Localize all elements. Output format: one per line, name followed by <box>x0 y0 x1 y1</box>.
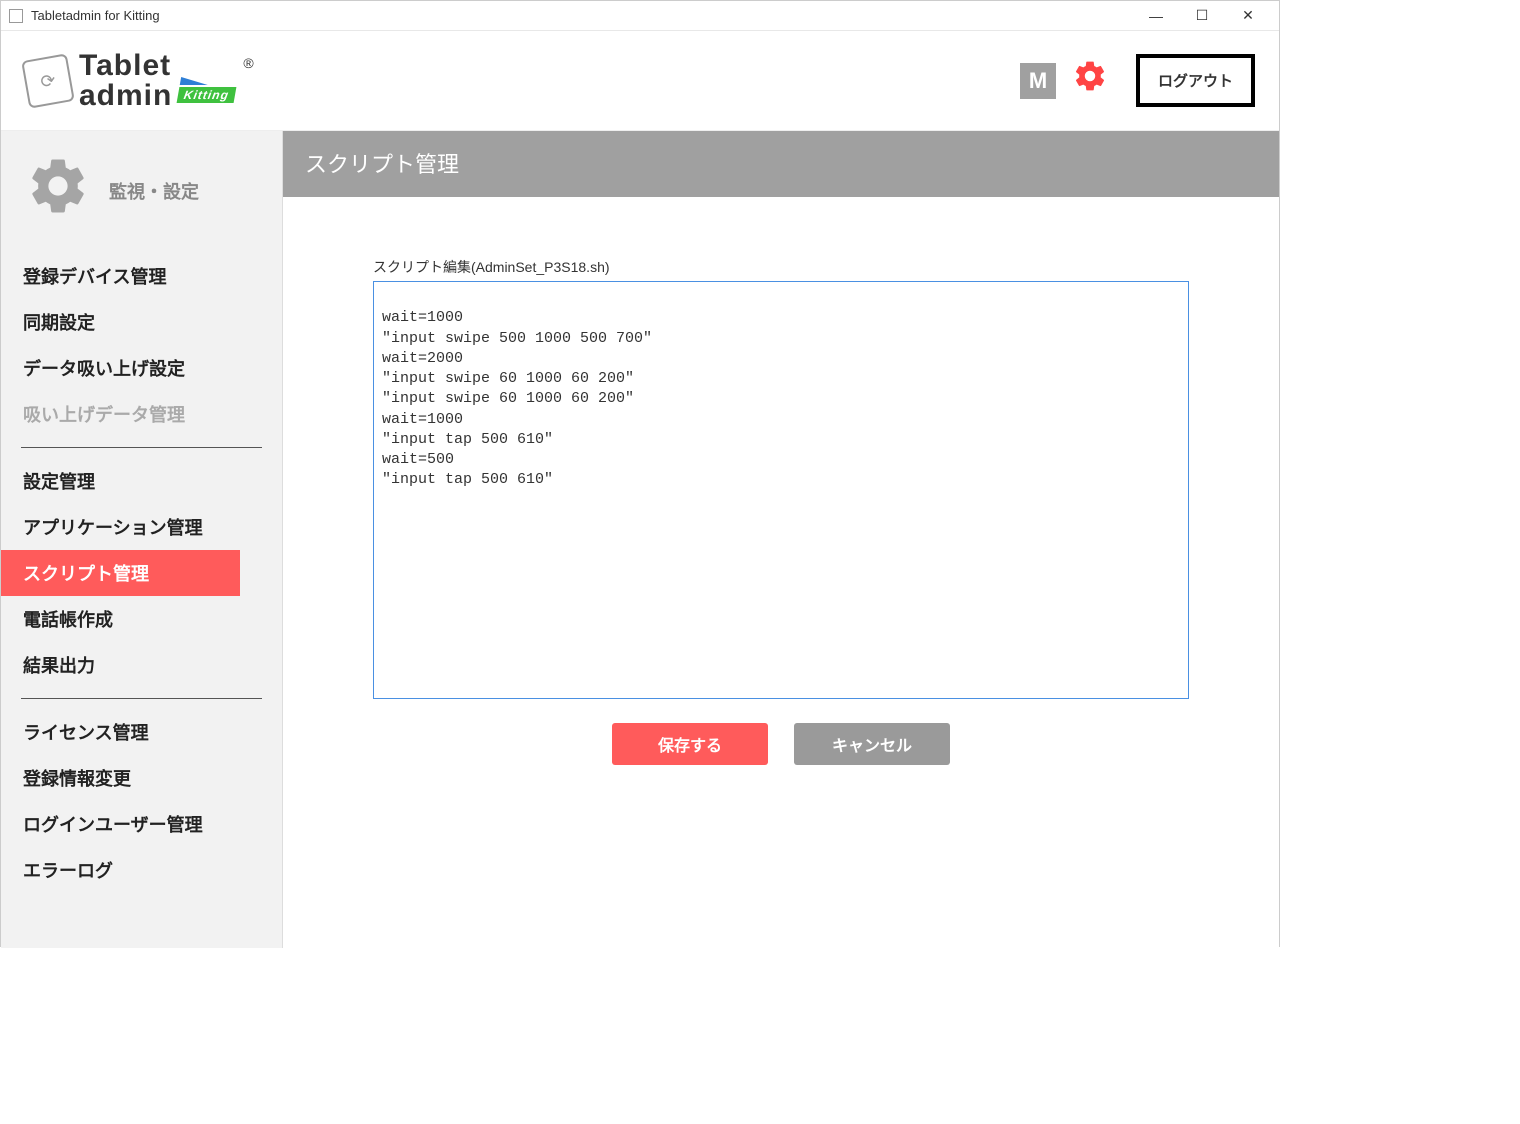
gear-icon <box>25 153 91 229</box>
nav-item: 吸い上げデータ管理 <box>1 391 282 437</box>
header: ⟳ Tablet admin Kitting ® M ログアウト <box>1 31 1279 131</box>
titlebar: Tabletadmin for Kitting — ☐ ✕ <box>1 1 1279 31</box>
page-title: スクリプト管理 <box>283 131 1279 197</box>
sidebar: 監視・設定 登録デバイス管理同期設定データ吸い上げ設定吸い上げデータ管理 設定管… <box>1 131 283 948</box>
nav-divider <box>21 698 262 699</box>
nav-item[interactable]: エラーログ <box>1 847 282 893</box>
nav-item[interactable]: 同期設定 <box>1 299 282 345</box>
script-editor[interactable] <box>373 281 1189 699</box>
sidebar-title: 監視・設定 <box>109 178 199 204</box>
kitting-badge: Kitting <box>177 87 237 103</box>
m-badge[interactable]: M <box>1020 63 1056 99</box>
logout-button[interactable]: ログアウト <box>1136 54 1255 107</box>
main-area: スクリプト管理 スクリプト編集(AdminSet_P3S18.sh) 保存する … <box>283 131 1279 948</box>
nav-item[interactable]: データ吸い上げ設定 <box>1 345 282 391</box>
window-title: Tabletadmin for Kitting <box>31 8 160 23</box>
minimize-button[interactable]: — <box>1133 1 1179 31</box>
nav-item[interactable]: ライセンス管理 <box>1 709 282 755</box>
logo-line1: Tablet <box>79 51 235 81</box>
save-button[interactable]: 保存する <box>612 723 768 765</box>
logo: ⟳ Tablet admin Kitting ® <box>25 51 254 111</box>
logo-line2: admin <box>79 81 172 111</box>
maximize-button[interactable]: ☐ <box>1179 1 1225 31</box>
nav-item[interactable]: アプリケーション管理 <box>1 504 282 550</box>
editor-label: スクリプト編集(AdminSet_P3S18.sh) <box>373 257 1189 277</box>
nav-item[interactable]: 登録デバイス管理 <box>1 253 282 299</box>
content-panel: スクリプト編集(AdminSet_P3S18.sh) 保存する キャンセル <box>283 197 1279 948</box>
nav-item[interactable]: 結果出力 <box>1 642 282 688</box>
registered-mark: ® <box>243 55 253 71</box>
nav-item[interactable]: 登録情報変更 <box>1 755 282 801</box>
app-icon <box>9 9 23 23</box>
cancel-button[interactable]: キャンセル <box>794 723 950 765</box>
logo-icon: ⟳ <box>21 53 75 108</box>
sidebar-header: 監視・設定 <box>1 145 282 253</box>
settings-gear-icon[interactable] <box>1072 58 1108 103</box>
nav-item[interactable]: スクリプト管理 <box>1 550 240 596</box>
close-button[interactable]: ✕ <box>1225 1 1271 31</box>
nav-item[interactable]: 電話帳作成 <box>1 596 282 642</box>
nav-divider <box>21 447 262 448</box>
nav-item[interactable]: 設定管理 <box>1 458 282 504</box>
nav-item[interactable]: ログインユーザー管理 <box>1 801 282 847</box>
